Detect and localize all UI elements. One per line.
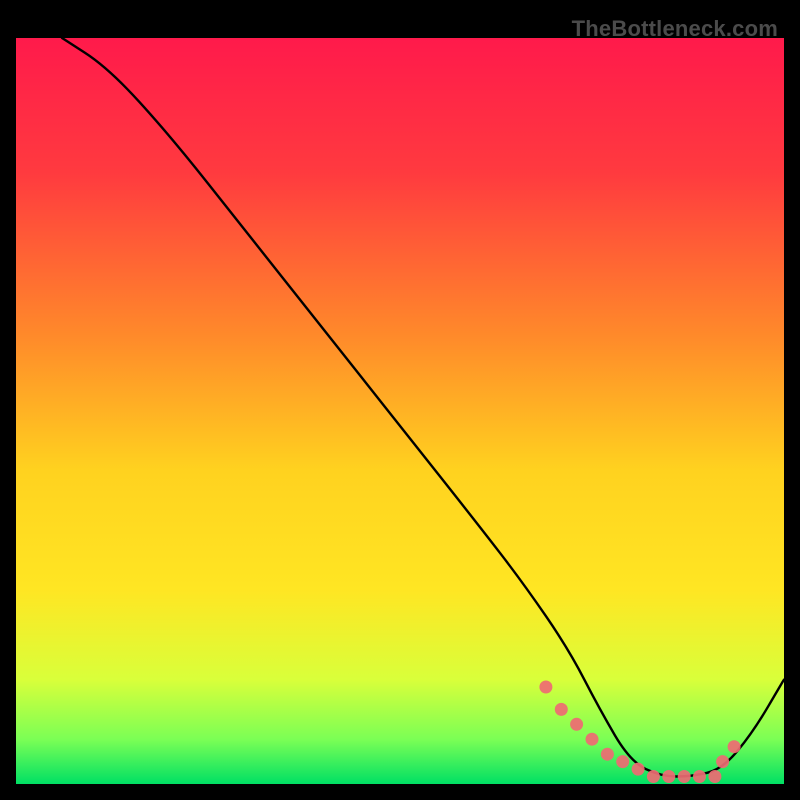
marker-dot <box>632 763 645 776</box>
marker-dot <box>616 755 629 768</box>
marker-dot <box>570 718 583 731</box>
marker-dot <box>601 748 614 761</box>
marker-dot <box>647 770 660 783</box>
marker-dot <box>728 740 741 753</box>
marker-dot <box>555 703 568 716</box>
marker-dot <box>678 770 691 783</box>
bottleneck-chart <box>16 38 784 784</box>
marker-dot <box>539 681 552 694</box>
marker-dot <box>693 770 706 783</box>
marker-dot <box>662 770 675 783</box>
watermark-text: TheBottleneck.com <box>572 16 778 42</box>
chart-frame: TheBottleneck.com <box>16 16 784 784</box>
marker-dot <box>708 770 721 783</box>
gradient-background <box>16 38 784 784</box>
marker-dot <box>716 755 729 768</box>
marker-dot <box>586 733 599 746</box>
